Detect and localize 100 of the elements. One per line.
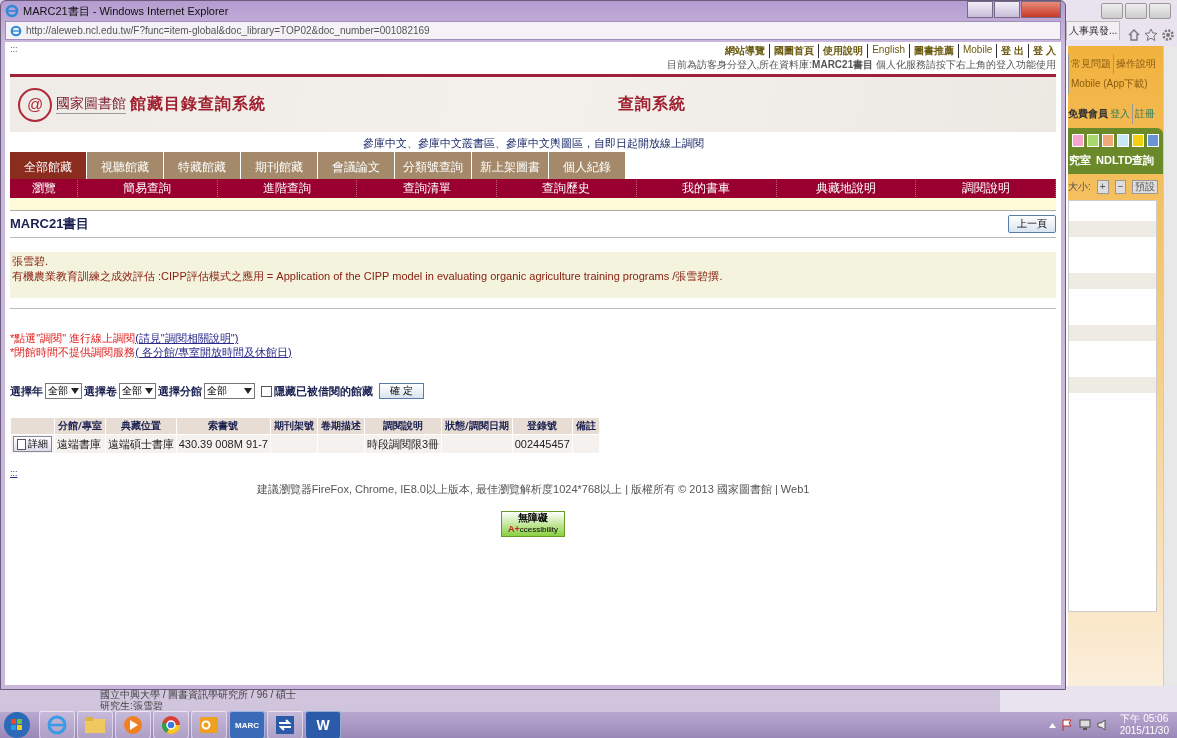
header-link[interactable]: 使用說明 xyxy=(818,44,864,58)
back-button[interactable]: 上一頁 xyxy=(1008,215,1056,233)
caret-icon xyxy=(145,388,153,394)
background-text: 國立中興大學 / 圖書資訊學研究所 / 96 / 碩士 xyxy=(100,689,297,700)
header-link[interactable]: 圖書推薦 xyxy=(908,44,954,58)
filter-label: 選擇分館 xyxy=(158,383,202,399)
maximize-button[interactable] xyxy=(994,1,1020,18)
filter-dropdown[interactable]: 全部 xyxy=(45,383,82,399)
caret-icon xyxy=(71,388,79,394)
menu-item[interactable]: 進階查詢 xyxy=(217,180,358,197)
window-title: MARC21書目 - Windows Internet Explorer xyxy=(23,3,230,19)
member-label: 免費會員 xyxy=(1068,107,1108,121)
home-icon[interactable] xyxy=(1127,28,1141,42)
logo-name: 國家圖書館 xyxy=(56,95,126,114)
browser-tab[interactable]: 人事異發... xyxy=(1066,21,1121,40)
menu-item[interactable]: 查詢歷史 xyxy=(497,180,637,197)
header-link[interactable]: 國圖首頁 xyxy=(769,44,815,58)
nav-link[interactable]: 究室 xyxy=(1069,153,1091,168)
column-header: 卷期描述 xyxy=(317,418,364,434)
notice-text: 參庫中文、參庫中文叢書區、參庫中文輿圖區，自即日起開放線上調閱 xyxy=(361,136,705,151)
chrome-icon xyxy=(161,715,181,735)
taskbar-app-icon[interactable] xyxy=(267,711,303,738)
page-heading: MARC21書目 xyxy=(10,215,90,233)
color-swatch[interactable] xyxy=(1132,134,1144,147)
menu-item[interactable]: 查詢清單 xyxy=(357,180,498,197)
header-link[interactable]: 網站導覽 xyxy=(725,44,766,58)
table-cell: 時段調閱限3冊 xyxy=(364,435,442,453)
column-header: 調閱說明 xyxy=(364,418,442,434)
tray-arrow-icon[interactable] xyxy=(1048,722,1056,728)
font-size-label: 大小: xyxy=(1068,180,1091,194)
star-icon[interactable] xyxy=(1144,28,1158,42)
column-header: 期刊架號 xyxy=(270,418,317,434)
menu-item[interactable]: 瀏覽 xyxy=(10,180,78,197)
filter-dropdown[interactable]: 全部 xyxy=(119,383,156,399)
table-cell: 遠端碩士書庫 xyxy=(105,435,176,453)
font-size-button[interactable]: − xyxy=(1114,180,1127,194)
close-button[interactable] xyxy=(1149,3,1171,19)
nav-link[interactable]: NDLTD查詢 xyxy=(1096,153,1155,168)
folder-icon xyxy=(84,716,106,734)
minimize-button[interactable] xyxy=(967,1,993,18)
help-link[interactable]: ( 各分館/專室開放時間及休館日) xyxy=(135,346,292,358)
help-link[interactable]: (請見"調閱相關說明") xyxy=(135,332,239,344)
logo-mark: @ xyxy=(18,87,52,122)
menu-item[interactable]: 調閱說明 xyxy=(916,180,1056,197)
start-button[interactable] xyxy=(3,711,31,738)
detail-button[interactable]: 詳細 xyxy=(13,436,52,452)
color-swatch[interactable] xyxy=(1102,134,1114,147)
column-header: 登錄號 xyxy=(512,418,572,434)
menu-item[interactable]: 我的書車 xyxy=(636,180,777,197)
filter-label: 選擇卷 xyxy=(84,383,117,399)
table-cell: 002445457 xyxy=(512,435,572,453)
column-header: 典藏位置 xyxy=(105,418,176,434)
restore-button[interactable] xyxy=(1125,3,1147,19)
scrollbar[interactable] xyxy=(1163,46,1177,686)
filter-dropdown[interactable]: 全部 xyxy=(204,383,255,399)
header-link[interactable]: English xyxy=(867,44,905,58)
instruction-text: *點選"調閱" 進行線上調閱 xyxy=(10,332,136,344)
close-button[interactable] xyxy=(1021,1,1061,18)
media-player-icon xyxy=(123,715,143,735)
accessibility-badge[interactable]: 無障礙 A+ccessibility xyxy=(501,511,565,537)
header-link[interactable]: 登 出 xyxy=(996,44,1025,58)
color-swatch[interactable] xyxy=(1117,134,1129,147)
browser-icon xyxy=(5,4,19,18)
skip-link[interactable]: ::: xyxy=(10,468,1056,478)
system-title: 館藏目錄查詢系統 xyxy=(130,94,266,115)
color-swatch[interactable] xyxy=(1147,134,1159,147)
minimize-button[interactable] xyxy=(1101,3,1123,19)
color-swatch[interactable] xyxy=(1087,134,1099,147)
background-text: 研究生:張雪碧 xyxy=(100,700,164,711)
document-icon xyxy=(17,438,26,450)
settings-icon[interactable] xyxy=(1161,28,1175,42)
confirm-button[interactable]: 確 定 xyxy=(379,383,424,399)
network-icon[interactable] xyxy=(1077,718,1092,732)
filter-label: 選擇年 xyxy=(10,383,43,399)
column-header: 索書號 xyxy=(176,418,270,434)
color-swatch[interactable] xyxy=(1072,134,1084,147)
flag-icon[interactable] xyxy=(1059,718,1074,732)
address-bar[interactable]: http://aleweb.ncl.edu.tw/F?func=item-global&doc_library=TOP02&doc_number=001082169 xyxy=(5,21,1061,40)
caret-icon xyxy=(244,388,252,394)
checkbox[interactable] xyxy=(261,385,272,397)
font-size-button[interactable]: 預設 xyxy=(1132,180,1159,194)
font-size-button[interactable]: + xyxy=(1096,180,1109,194)
column-header: 分館/專室 xyxy=(55,418,105,434)
record-text: 有機農業教育訓練之成效評估 :CIPP評估模式之應用 = Application of the CIPP model in evaluating organic agriculture training programs /張雪碧撰. xyxy=(11,269,724,284)
skip-link[interactable]: ::: xyxy=(10,42,18,72)
taskbar-app-icon[interactable]: W xyxy=(305,711,341,738)
browser-icon xyxy=(10,24,22,37)
arrows-icon xyxy=(275,715,295,735)
column-header: 狀態/調閱日期 xyxy=(442,418,512,434)
menu-item[interactable]: 典藏地說明 xyxy=(776,180,917,197)
tab[interactable]: 全部館藏 xyxy=(10,152,86,179)
taskbar-app-icon[interactable]: MARC xyxy=(229,711,265,738)
browser-icon xyxy=(46,714,68,736)
record-text: 張雪碧. xyxy=(11,254,50,269)
menu-item[interactable]: 簡易查詢 xyxy=(78,180,218,197)
header-link[interactable]: 登 入 xyxy=(1028,44,1056,58)
header-link[interactable]: Mobile xyxy=(957,44,993,58)
table-header xyxy=(11,418,54,434)
taskbar-app-icon[interactable] xyxy=(153,711,189,738)
url-text: http://aleweb.ncl.edu.tw/F?func=item-global&doc_library=TOP02&doc_number=001082169 xyxy=(26,25,430,36)
